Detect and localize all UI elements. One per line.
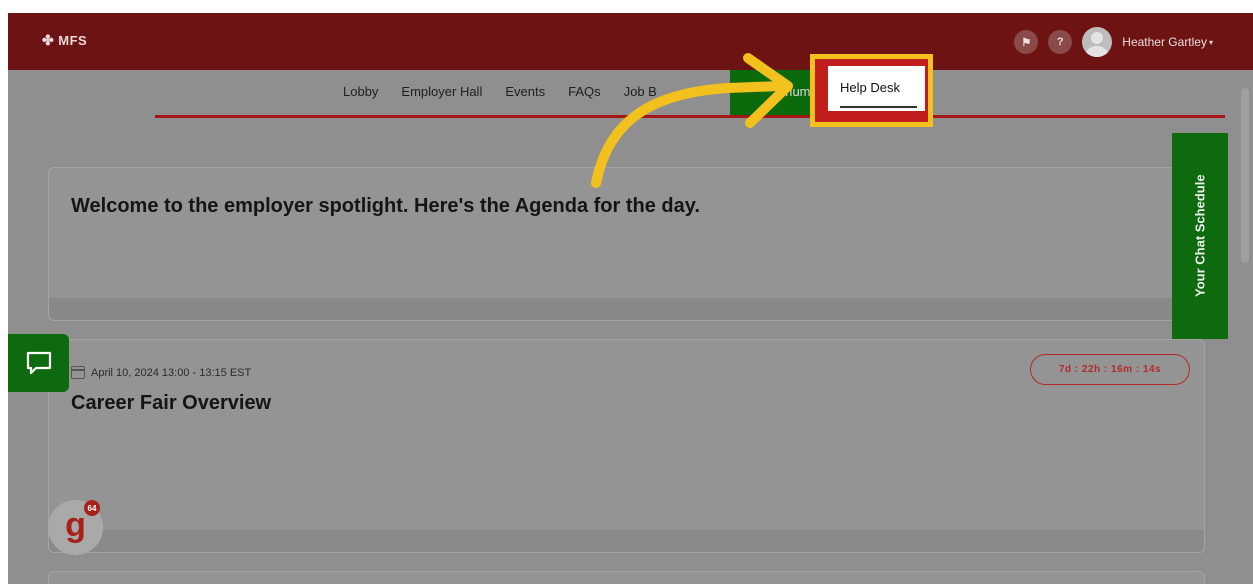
help-icon[interactable]: ? <box>1048 30 1073 54</box>
nav-item-events[interactable]: Events <box>505 84 545 99</box>
logo[interactable]: ✤ MFS <box>42 32 87 49</box>
nav-underline <box>155 115 1225 118</box>
welcome-card: Welcome to the employer spotlight. Here'… <box>48 167 1178 321</box>
main-nav: Lobby Employer Hall Events FAQs Job B or… <box>8 54 1253 127</box>
active-tab-indicator <box>840 106 917 108</box>
event-card[interactable]: April 10, 2024 13:00 - 13:15 EST Career … <box>48 339 1205 553</box>
chat-schedule-tab[interactable]: Your Chat Schedule <box>1172 133 1228 339</box>
g-chat-launcher[interactable]: g 64 <box>48 500 103 555</box>
chat-bubble-button[interactable] <box>8 334 69 392</box>
user-avatar[interactable] <box>1082 27 1113 57</box>
scrollbar[interactable] <box>1241 88 1249 263</box>
top-header: ✤ MFS ⚑ ? Heather Gartley ▾ <box>8 13 1253 70</box>
event-date-text: April 10, 2024 13:00 - 13:15 EST <box>91 366 252 379</box>
app-frame: ✤ MFS ⚑ ? Heather Gartley ▾ Lobby Employ… <box>8 13 1253 584</box>
event-title[interactable]: Career Fair Overview <box>71 392 271 415</box>
chevron-down-icon[interactable]: ▾ <box>1209 38 1213 47</box>
nav-item-faqs[interactable]: FAQs <box>568 84 601 99</box>
notification-count-badge: 64 <box>84 500 100 516</box>
highlight-box: Help Desk <box>810 54 933 127</box>
welcome-text: Welcome to the employer spotlight. Here'… <box>71 195 700 217</box>
calendar-icon <box>71 366 85 379</box>
maple-leaf-icon: ✤ <box>42 32 55 48</box>
header-actions: ⚑ ? Heather Gartley ▾ <box>1014 27 1213 57</box>
card-footer <box>49 530 1204 552</box>
flag-icon[interactable]: ⚑ <box>1014 30 1039 54</box>
nav-item-lobby[interactable]: Lobby <box>343 84 378 99</box>
g-logo-icon: g <box>65 506 86 544</box>
nav-item-help-desk[interactable]: Help Desk <box>828 66 925 111</box>
countdown-badge: 7d : 22h : 16m : 14s <box>1030 354 1190 385</box>
help-label: ? <box>1056 36 1064 48</box>
chat-schedule-label: Your Chat Schedule <box>1192 174 1208 298</box>
next-event-card[interactable] <box>48 571 1205 584</box>
nav-item-auditorium-label: orium <box>778 84 811 99</box>
logo-text: MFS <box>58 33 88 48</box>
user-name[interactable]: Heather Gartley <box>1122 35 1207 49</box>
help-desk-label: Help Desk <box>840 80 900 95</box>
nav-items: Lobby Employer Hall Events FAQs Job B <box>343 84 657 99</box>
nav-item-job-board[interactable]: Job B <box>624 84 657 99</box>
chat-bubble-icon <box>26 351 51 375</box>
event-date: April 10, 2024 13:00 - 13:15 EST <box>71 366 251 379</box>
card-footer <box>49 298 1177 320</box>
nav-item-employer-hall[interactable]: Employer Hall <box>401 84 482 99</box>
